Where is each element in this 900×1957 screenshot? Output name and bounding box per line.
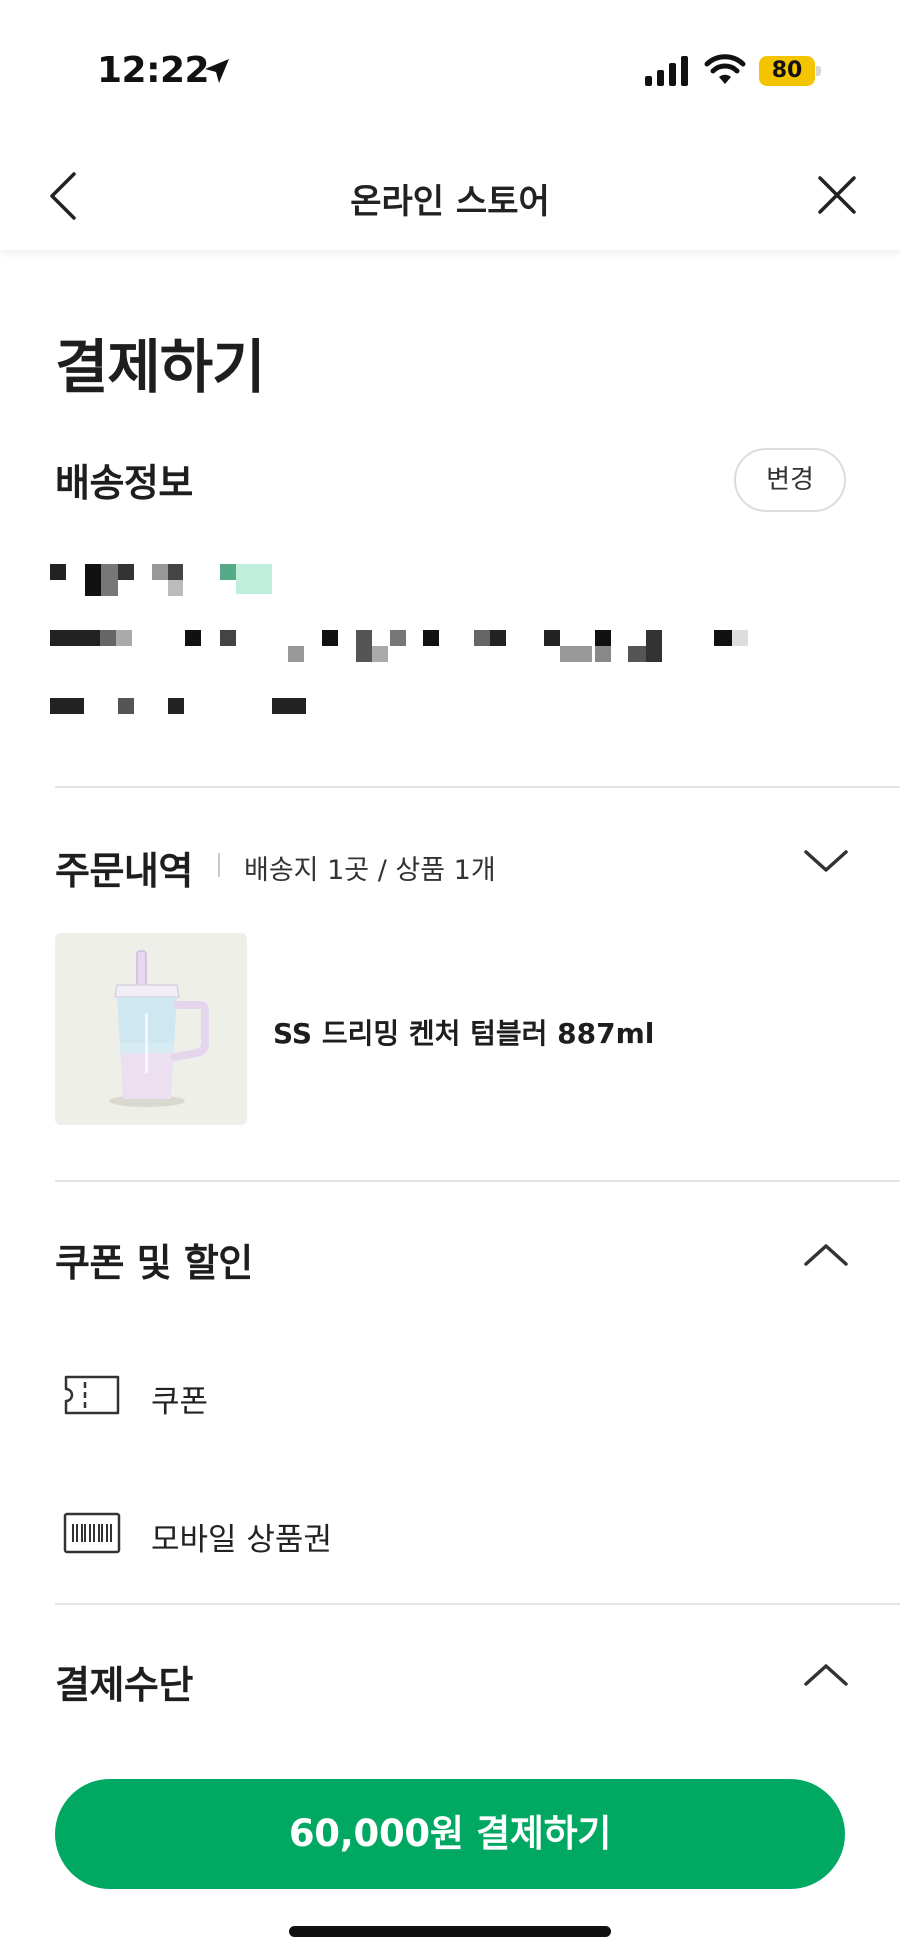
page-title: 결제하기: [55, 333, 265, 401]
discounts-collapse-toggle[interactable]: [800, 1236, 852, 1272]
tumbler-image: [55, 933, 247, 1125]
order-heading: 주문내역: [55, 849, 193, 893]
redacted-phone: [50, 696, 310, 716]
close-button[interactable]: [812, 170, 862, 220]
heading-separator: [218, 853, 220, 877]
redacted-recipient-name: [50, 560, 280, 596]
divider: [55, 1180, 900, 1182]
home-indicator: [289, 1926, 611, 1937]
product-image: [55, 933, 247, 1125]
barcode-card-icon: [63, 1512, 121, 1554]
divider: [55, 786, 900, 788]
change-address-button[interactable]: 변경: [734, 448, 846, 512]
pay-button[interactable]: 60,000원 결제하기: [55, 1779, 845, 1889]
redacted-address: [50, 628, 790, 664]
status-bar: 12:22 80: [0, 0, 900, 140]
cellular-signal-icon: [645, 56, 688, 86]
close-icon: [818, 176, 856, 214]
coupon-label: 쿠폰: [151, 1384, 209, 1420]
divider: [55, 1603, 900, 1605]
mobile-gift-card-label: 모바일 상품권: [151, 1522, 332, 1558]
battery-cap: [816, 66, 821, 76]
order-summary: 배송지 1곳 / 상품 1개: [244, 855, 496, 886]
nav-title: 온라인 스토어: [350, 182, 550, 222]
nav-bar: 온라인 스토어: [0, 140, 900, 250]
chevron-down-icon: [804, 850, 848, 872]
payment-heading: 결제수단: [55, 1663, 193, 1707]
chevron-up-icon: [804, 1664, 848, 1686]
mobile-gift-card-item[interactable]: 모바일 상품권: [55, 1494, 855, 1574]
status-time: 12:22: [97, 50, 210, 91]
ticket-icon: [64, 1375, 120, 1415]
payment-collapse-toggle[interactable]: [800, 1656, 852, 1692]
discounts-heading: 쿠폰 및 할인: [55, 1241, 253, 1285]
order-expand-toggle[interactable]: [800, 844, 852, 880]
shipping-heading: 배송정보: [55, 461, 193, 505]
battery-level: 80: [771, 58, 803, 83]
wifi-icon: [704, 54, 746, 84]
location-arrow-icon: [205, 59, 229, 83]
coupon-item[interactable]: 쿠폰: [55, 1356, 855, 1436]
product-name[interactable]: SS 드리밍 켄처 텀블러 887ml: [273, 1012, 654, 1052]
battery-indicator: 80: [759, 56, 821, 86]
chevron-up-icon: [804, 1244, 848, 1266]
